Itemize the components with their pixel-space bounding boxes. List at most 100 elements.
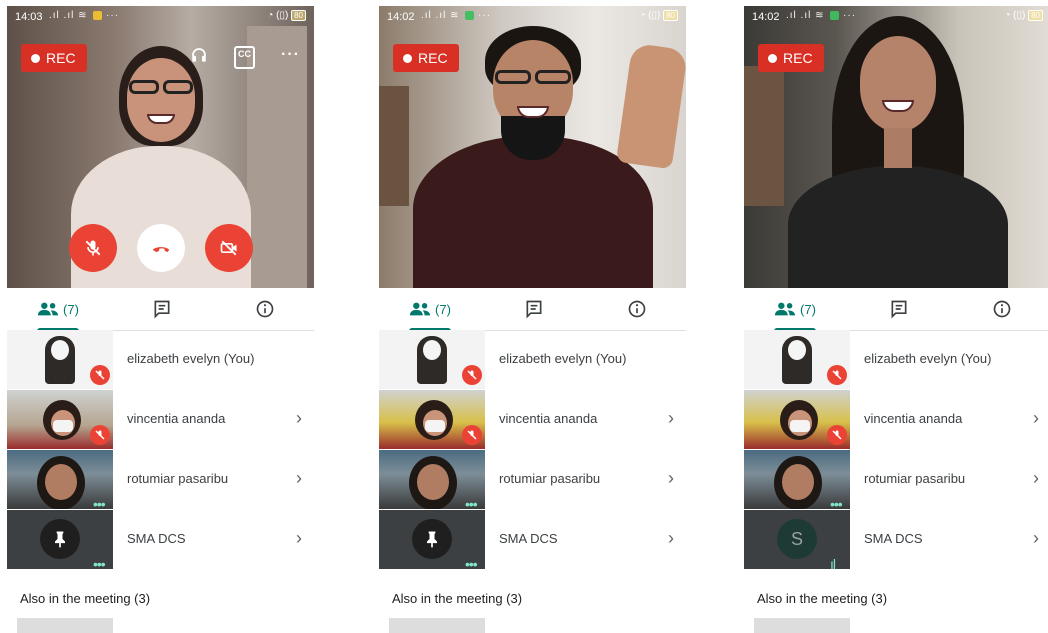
participant-row[interactable]: S ıl SMA DCS ›: [744, 510, 1048, 572]
avatar: S: [777, 519, 817, 559]
participant-list: elizabeth evelyn (You) vincentia ananda …: [744, 330, 1048, 572]
participant-row[interactable]: vincentia ananda ›: [7, 390, 314, 450]
people-icon: [774, 302, 796, 316]
recording-badge: REC: [758, 44, 824, 72]
also-in-meeting-label: Also in the meeting (3): [392, 591, 523, 606]
participant-row[interactable]: ••• SMA DCS ›: [7, 510, 314, 572]
status-right-icons: ◔ (▯) 80: [267, 10, 306, 21]
status-right-icons: ◔ (▯) 80: [1004, 10, 1043, 21]
chevron-right-icon[interactable]: ›: [296, 468, 302, 489]
participant-name: SMA DCS: [127, 531, 186, 546]
camera-toggle-button[interactable]: [204, 224, 253, 272]
status-time: 14:02: [752, 11, 780, 23]
info-icon: [256, 300, 274, 318]
mic-toggle-button[interactable]: [68, 224, 117, 272]
end-call-button[interactable]: [136, 224, 185, 272]
mic-off-icon: [467, 430, 477, 440]
participant-name: SMA DCS: [864, 531, 923, 546]
record-dot-icon: [768, 53, 777, 63]
tab-chat[interactable]: [879, 288, 919, 330]
participant-row[interactable]: ••• rotumiar pasaribu ›: [744, 450, 1048, 512]
participant-row[interactable]: vincentia ananda ›: [744, 390, 1048, 450]
muted-badge: [462, 365, 482, 385]
participant-name: vincentia ananda: [127, 411, 226, 426]
participant-row[interactable]: vincentia ananda ›: [379, 390, 686, 450]
participant-row[interactable]: ••• rotumiar pasaribu ›: [7, 450, 314, 512]
chevron-right-icon[interactable]: ›: [1033, 468, 1039, 489]
chevron-right-icon[interactable]: ›: [668, 528, 674, 549]
status-time: 14:03: [15, 11, 43, 23]
meet-screen-3: 14:02 .ıl .ıl ≋ ··· ◔ (▯) 80 REC (7) eli…: [744, 6, 1048, 633]
record-dot-icon: [31, 53, 40, 63]
chevron-right-icon[interactable]: ›: [1033, 528, 1039, 549]
tab-people[interactable]: (7): [764, 288, 826, 331]
info-icon: [993, 300, 1011, 318]
chevron-right-icon[interactable]: ›: [1033, 408, 1039, 429]
people-icon: [37, 302, 59, 316]
call-controls: [7, 224, 314, 272]
participant-row: elizabeth evelyn (You): [744, 330, 1048, 390]
signal-wifi-icons: .ıl .ıl ≋ ···: [421, 10, 492, 21]
chat-icon: [526, 300, 542, 319]
closed-caption-icon[interactable]: CC: [234, 46, 256, 69]
end-call-icon: [152, 247, 169, 253]
participant-name: elizabeth evelyn (You): [127, 351, 255, 366]
mic-off-icon: [95, 370, 105, 380]
participant-thumbnail: [17, 618, 113, 633]
participant-row: elizabeth evelyn (You): [379, 330, 686, 390]
status-right-icons: ◔ (▯) 80: [639, 10, 678, 21]
tab-people[interactable]: (7): [399, 288, 461, 331]
meet-screen-1: 14:03 .ıl .ıl ≋ ··· ◔ (▯) 80 REC CC ··· …: [7, 6, 314, 633]
info-icon: [628, 300, 646, 318]
tab-chat[interactable]: [514, 288, 554, 330]
mic-off-icon: [85, 240, 100, 256]
recording-label: REC: [783, 50, 813, 66]
status-bar: 14:02 .ıl .ıl ≋ ··· ◔ (▯) 80: [379, 6, 686, 28]
tab-chat[interactable]: [142, 288, 182, 330]
participant-name: rotumiar pasaribu: [864, 471, 966, 486]
tab-info[interactable]: [617, 288, 657, 330]
signal-wifi-icons: .ıl .ıl ≋ ···: [786, 10, 857, 21]
participant-thumbnail: [389, 618, 485, 633]
recording-badge: REC: [393, 44, 459, 72]
signal-wifi-icons: .ıl .ıl ≋ ···: [49, 10, 120, 21]
participant-row[interactable]: ••• SMA DCS ›: [379, 510, 686, 572]
chevron-right-icon[interactable]: ›: [296, 528, 302, 549]
recording-badge: REC: [21, 44, 87, 72]
muted-badge: [90, 365, 110, 385]
meet-screen-2: 14:02 .ıl .ıl ≋ ··· ◔ (▯) 80 REC (7) eli…: [379, 6, 686, 633]
muted-badge: [90, 425, 110, 445]
recording-label: REC: [46, 50, 76, 66]
mic-off-icon: [95, 430, 105, 440]
panel-tabs: (7): [7, 288, 314, 331]
participant-list: elizabeth evelyn (You) vincentia ananda …: [379, 330, 686, 572]
headphones-icon[interactable]: [190, 46, 208, 69]
participant-name: rotumiar pasaribu: [127, 471, 229, 486]
participant-name: vincentia ananda: [499, 411, 598, 426]
chevron-right-icon[interactable]: ›: [668, 408, 674, 429]
status-bar: 14:02 .ıl .ıl ≋ ··· ◔ (▯) 80: [744, 6, 1048, 28]
chevron-right-icon[interactable]: ›: [668, 468, 674, 489]
also-in-meeting-label: Also in the meeting (3): [20, 591, 151, 606]
people-icon: [409, 302, 431, 316]
more-options-icon[interactable]: ···: [281, 46, 300, 69]
battery-indicator: 80: [291, 10, 306, 21]
camera-off-icon: [220, 240, 236, 256]
tab-info[interactable]: [245, 288, 285, 330]
battery-indicator: 80: [1028, 10, 1043, 21]
top-actions: CC ···: [190, 46, 300, 69]
chat-icon: [891, 300, 907, 319]
muted-badge: [827, 365, 847, 385]
audio-level-icon: ıl: [830, 556, 836, 572]
chevron-right-icon[interactable]: ›: [296, 408, 302, 429]
status-bar: 14:03 .ıl .ıl ≋ ··· ◔ (▯) 80: [7, 6, 314, 28]
participant-row[interactable]: ••• rotumiar pasaribu ›: [379, 450, 686, 512]
participant-name: elizabeth evelyn (You): [499, 351, 627, 366]
pin-icon: [55, 531, 65, 548]
tab-people[interactable]: (7): [27, 288, 89, 331]
participant-list: elizabeth evelyn (You) vincentia ananda …: [7, 330, 314, 572]
people-count: (7): [63, 301, 79, 317]
mic-off-icon: [467, 370, 477, 380]
recording-label: REC: [418, 50, 448, 66]
tab-info[interactable]: [982, 288, 1022, 330]
